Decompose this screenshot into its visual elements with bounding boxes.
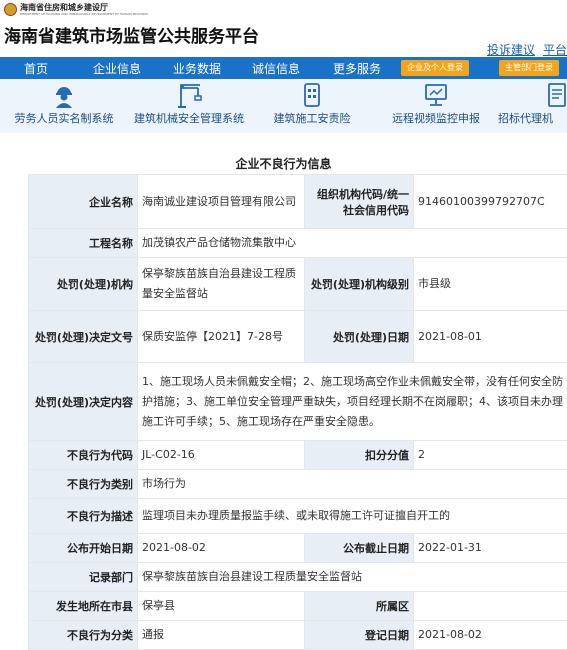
enterprise-login-button[interactable]: 企业及个人登录 [401, 60, 469, 76]
district-label: 所属区 [305, 592, 414, 621]
table-row: 处罚(处理)机构 保亭黎族苗族自治县建设工程质量安全监督站 处罚(处理)机构级别… [29, 258, 567, 311]
system-bidding-label: 招标代理机 [498, 112, 553, 125]
date-value: 2021-08-01 [414, 311, 567, 363]
score-value: 2 [414, 441, 567, 470]
desc-label: 不良行为描述 [29, 499, 138, 534]
code-value: JL-C02-16 [138, 441, 305, 470]
code-label: 不良行为代码 [29, 441, 138, 470]
table-row: 企业名称 海南诚业建设项目管理有限公司 组织机构代码/统一社会信用代码 9146… [29, 175, 567, 229]
worker-icon [51, 82, 77, 108]
system-video[interactable]: 远程视频监控申报 [384, 79, 488, 126]
system-bidding[interactable]: 招标代理机 [498, 79, 567, 126]
table-row: 不良行为类别 市场行为 [29, 470, 567, 499]
system-machinery-label: 建筑机械安全管理系统 [134, 112, 244, 125]
table-row: 不良行为分类 通报 登记日期 2021-08-02 [29, 621, 567, 650]
crane-icon [176, 82, 202, 108]
system-labor[interactable]: 劳务人员实名制系统 [8, 79, 120, 126]
desc-value: 监理项目未办理质量报监手续、或未取得施工许可证擅自开工的 [138, 499, 567, 534]
org-code-value: 91460100399792707C [414, 175, 567, 229]
site-title: 海南省建筑市场监管公共服务平台 [4, 22, 259, 47]
system-insurance-label: 建筑施工安责险 [274, 112, 351, 125]
score-label: 扣分分值 [305, 441, 414, 470]
company-label: 企业名称 [29, 175, 138, 229]
class-value: 通报 [138, 621, 305, 650]
table-row: 公布开始日期 2021-08-02 公布截止日期 2022-01-31 [29, 534, 567, 563]
category-value: 市场行为 [138, 470, 567, 499]
dept-value: 保亭黎族苗族自治县建设工程质量安全监督站 [138, 563, 567, 592]
system-machinery[interactable]: 建筑机械安全管理系统 [127, 79, 251, 126]
content-value: 1、施工现场人员未佩戴安全帽；2、施工现场高空作业未佩戴安全带，没有任何安全防护… [138, 363, 567, 441]
system-video-label: 远程视频监控申报 [392, 112, 480, 125]
system-insurance[interactable]: 建筑施工安责险 [263, 79, 361, 126]
doc-no-value: 保质安监停【2021】7-28号 [138, 311, 305, 363]
content-label: 处罚(处理)决定内容 [29, 363, 138, 441]
reg-date-value: 2021-08-02 [414, 621, 567, 650]
city-label: 发生地所在市县 [29, 592, 138, 621]
table-row: 记录部门 保亭黎族苗族自治县建设工程质量安全监督站 [29, 563, 567, 592]
doc-no-label: 处罚(处理)决定文号 [29, 311, 138, 363]
table-row: 发生地所在市县 保亭县 所属区 [29, 592, 567, 621]
nav-enterprise[interactable]: 企业信息 [93, 60, 141, 77]
pub-start-label: 公布开始日期 [29, 534, 138, 563]
company-value: 海南诚业建设项目管理有限公司 [138, 175, 305, 229]
table-row: 不良行为描述 监理项目未办理质量报监手续、或未取得施工许可证擅自开工的 [29, 499, 567, 534]
monitor-icon [423, 82, 449, 108]
ministry-name-en: DEPARTMENT OF HOUSING AND URBAN-RURAL DE… [20, 12, 148, 16]
ministry-logo [4, 3, 17, 16]
top-links: 投诉建议平台 [479, 41, 567, 58]
system-labor-label: 劳务人员实名制系统 [15, 112, 114, 125]
table-row: 不良行为代码 JL-C02-16 扣分分值 2 [29, 441, 567, 470]
date-label: 处罚(处理)日期 [305, 311, 414, 363]
agency-value: 保亭黎族苗族自治县建设工程质量安全监督站 [138, 258, 305, 311]
pub-start-value: 2021-08-02 [138, 534, 305, 563]
document-icon [544, 82, 567, 108]
dept-label: 记录部门 [29, 563, 138, 592]
table-row: 处罚(处理)决定内容 1、施工现场人员未佩戴安全帽；2、施工现场高空作业未佩戴安… [29, 363, 567, 441]
district-value [414, 592, 567, 621]
reg-date-label: 登记日期 [305, 621, 414, 650]
nav-home[interactable]: 首页 [24, 60, 48, 77]
class-label: 不良行为分类 [29, 621, 138, 650]
pub-end-value: 2022-01-31 [414, 534, 567, 563]
bad-behavior-table: 企业名称 海南诚业建设项目管理有限公司 组织机构代码/统一社会信用代码 9146… [28, 174, 567, 650]
feedback-link[interactable]: 投诉建议 [487, 43, 535, 57]
table-row: 工程名称 加茂镇农产品仓储物流集散中心 [29, 229, 567, 258]
platform-link[interactable]: 平台 [543, 43, 567, 57]
dept-login-button[interactable]: 主管部门登录 [499, 60, 559, 76]
project-value: 加茂镇农产品仓储物流集散中心 [138, 229, 567, 258]
project-label: 工程名称 [29, 229, 138, 258]
agency-level-label: 处罚(处理)机构级别 [305, 258, 414, 311]
nav-integrity[interactable]: 诚信信息 [252, 60, 300, 77]
record-title: 企业不良行为信息 [0, 155, 567, 172]
city-value: 保亭县 [138, 592, 305, 621]
org-code-label: 组织机构代码/统一社会信用代码 [305, 175, 414, 229]
category-label: 不良行为类别 [29, 470, 138, 499]
main-nav: 首页 企业信息 业务数据 诚信信息 更多服务 企业及个人登录 主管部门登录 [0, 57, 567, 79]
nav-more[interactable]: 更多服务 [333, 60, 381, 77]
ministry-header: 海南省住房和城乡建设厅 DEPARTMENT OF HOUSING AND UR… [0, 0, 567, 20]
pub-end-label: 公布截止日期 [305, 534, 414, 563]
agency-level-value: 市县级 [414, 258, 567, 311]
shield-icon [299, 82, 325, 108]
system-links: 劳务人员实名制系统 建筑机械安全管理系统 建筑施工安责险 远程视频监控申报 招标… [0, 79, 567, 133]
table-row: 处罚(处理)决定文号 保质安监停【2021】7-28号 处罚(处理)日期 202… [29, 311, 567, 363]
agency-label: 处罚(处理)机构 [29, 258, 138, 311]
nav-business[interactable]: 业务数据 [173, 60, 221, 77]
